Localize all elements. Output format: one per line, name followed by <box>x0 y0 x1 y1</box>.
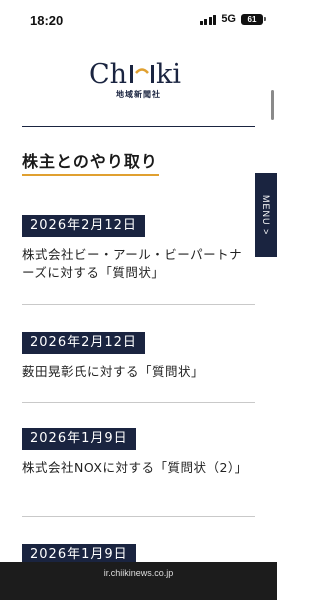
svg-text:ki: ki <box>156 59 181 88</box>
browser-address-bar[interactable]: ir.chiikinews.co.jp <box>0 562 277 600</box>
header-divider <box>22 126 255 127</box>
status-time: 18:20 <box>30 13 64 28</box>
menu-button[interactable]: MENU > <box>255 173 277 257</box>
news-title-link[interactable]: 薮田晃彰氏に対する「質問状」 <box>22 363 255 381</box>
title-underline <box>22 174 159 176</box>
chiiki-logo-mark: Ch ki Chiiki <box>89 59 181 88</box>
site-logo[interactable]: Ch ki Chiiki 地域新聞社 <box>0 58 277 100</box>
item-divider <box>22 304 255 305</box>
url-text: ir.chiikinews.co.jp <box>103 568 174 578</box>
scrollbar[interactable] <box>271 90 274 120</box>
page-title: 株主とのやり取り <box>22 152 158 171</box>
news-item[interactable]: 2026年1月9日 株式会社NOXに対する「質問状（2）」 <box>22 427 255 477</box>
logo-subtitle: 地域新聞社 <box>116 90 161 99</box>
news-item[interactable]: 2026年2月12日 株式会社ビー・アール・ビーパートナーズに対する「質問状」 <box>22 214 255 282</box>
news-title-link[interactable]: 株式会社NOXに対する「質問状（2）」 <box>22 459 255 477</box>
news-date: 2026年2月12日 <box>22 332 145 354</box>
status-bar: 18:20 5G 61 <box>0 0 277 42</box>
network-type: 5G <box>221 13 236 25</box>
news-item[interactable]: 2026年2月12日 薮田晃彰氏に対する「質問状」 <box>22 331 255 381</box>
news-title-link[interactable]: 株式会社ビー・アール・ビーパートナーズに対する「質問状」 <box>22 246 255 282</box>
status-indicators: 5G 61 <box>199 13 266 25</box>
signal-icon <box>199 14 217 25</box>
news-date: 2026年2月12日 <box>22 215 145 237</box>
item-divider <box>22 402 255 403</box>
item-divider <box>22 516 255 517</box>
svg-text:Ch: Ch <box>89 59 127 88</box>
battery-icon: 61 <box>241 13 266 25</box>
news-date: 2026年1月9日 <box>22 428 136 450</box>
